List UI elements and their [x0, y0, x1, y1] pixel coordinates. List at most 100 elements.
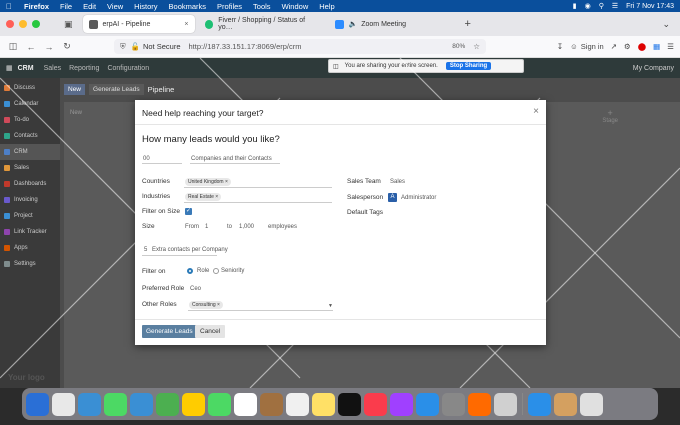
reload-icon[interactable]: ↻: [60, 41, 74, 52]
menu-profiles[interactable]: Profiles: [217, 2, 242, 11]
menu-history[interactable]: History: [134, 2, 157, 11]
lead-count-input[interactable]: 00: [143, 156, 150, 162]
extra-contacts-input[interactable]: 5: [144, 247, 147, 253]
shield-icon[interactable]: ⛨: [120, 42, 126, 52]
chevron-down-icon[interactable]: ⌄: [662, 19, 670, 30]
remove-tag-icon[interactable]: ×: [215, 194, 218, 200]
menu-tools[interactable]: Tools: [253, 2, 271, 11]
apple-icon[interactable]: : [6, 2, 16, 11]
wifi-icon[interactable]: ◉: [585, 2, 591, 10]
tab-zoom[interactable]: 🔈 Zoom Meeting: [329, 15, 455, 33]
menu-window[interactable]: Window: [282, 2, 309, 11]
dock-app-icon[interactable]: [208, 392, 231, 416]
filter-size-checkbox[interactable]: ✓: [185, 208, 192, 215]
sidebar-item-settings[interactable]: Settings: [0, 256, 60, 272]
radio-role[interactable]: [187, 268, 193, 274]
dock-app-icon[interactable]: [442, 392, 465, 416]
radio-seniority[interactable]: [213, 268, 219, 274]
radio-seniority-label[interactable]: Seniority: [221, 268, 244, 274]
menubar-clock[interactable]: Fri 7 Nov 17:43: [626, 3, 674, 10]
tab-fiverr[interactable]: Fiverr / Shopping / Status of yo…: [199, 15, 325, 33]
cancel-button[interactable]: Cancel: [195, 325, 226, 338]
sales-team-select[interactable]: Sales: [390, 179, 405, 185]
dock-app-icon[interactable]: [130, 392, 153, 416]
dock-app-icon[interactable]: [234, 392, 257, 416]
dock-app-icon[interactable]: [390, 392, 413, 416]
size-to-input[interactable]: 1,000: [239, 224, 254, 230]
bookmark-star-icon[interactable]: ☆: [473, 42, 480, 51]
sidebar-icon[interactable]: ◫: [6, 41, 20, 52]
dock-app-icon[interactable]: [286, 392, 309, 416]
address-bar[interactable]: ⛨ 🔓 Not Secure http://187.33.151.17:8069…: [114, 39, 486, 54]
nav-reporting[interactable]: Reporting: [69, 65, 99, 72]
dock-app-icon[interactable]: [416, 392, 439, 416]
add-stage-button[interactable]: + Stage: [602, 108, 618, 124]
download-icon[interactable]: ↧: [557, 42, 563, 51]
menu-icon[interactable]: ☰: [667, 42, 674, 51]
nav-sales[interactable]: Sales: [44, 65, 62, 72]
generate-leads-button[interactable]: Generate Leads: [89, 83, 144, 95]
zoom-window-icon[interactable]: [32, 20, 40, 28]
radio-role-label[interactable]: Role: [197, 268, 209, 274]
country-tag[interactable]: United Kingdom ×: [185, 178, 231, 186]
new-button[interactable]: New: [64, 83, 86, 95]
url-text[interactable]: http://187.33.151.17:8069/erp/crm: [189, 42, 302, 51]
adblock-icon[interactable]: ⬤: [638, 42, 646, 51]
dock-app-icon[interactable]: [104, 392, 127, 416]
forward-icon[interactable]: →: [42, 42, 56, 52]
menu-file[interactable]: File: [60, 2, 72, 11]
dock-app-icon[interactable]: [260, 392, 283, 416]
sidebar-item-discuss[interactable]: Discuss: [0, 80, 60, 96]
sidebar-item-to-do[interactable]: To-do: [0, 112, 60, 128]
battery-icon[interactable]: ▮: [573, 2, 577, 10]
tab-erpai-pipeline[interactable]: erpAI - Pipeline ×: [82, 15, 195, 33]
dock-app-icon[interactable]: [580, 392, 603, 416]
remove-tag-icon[interactable]: ×: [225, 179, 228, 185]
kanban-column-new[interactable]: New: [70, 110, 82, 116]
tab-overview-icon[interactable]: ▣: [64, 19, 73, 30]
dock-app-icon[interactable]: [494, 392, 517, 416]
sidebar-item-crm[interactable]: CRM: [0, 144, 60, 160]
menu-edit[interactable]: Edit: [83, 2, 96, 11]
sidebar-item-dashboards[interactable]: Dashboards: [0, 176, 60, 192]
salesperson-select[interactable]: Administrator: [401, 195, 436, 201]
industry-tag[interactable]: Real Estate ×: [185, 193, 222, 201]
other-role-tag[interactable]: Consulting ×: [189, 301, 223, 309]
size-from-input[interactable]: 1: [205, 224, 208, 230]
share-icon[interactable]: ↗: [611, 42, 617, 51]
sign-in-button[interactable]: ☺ Sign in: [570, 42, 604, 51]
close-tab-icon[interactable]: ×: [184, 21, 188, 28]
minimize-window-icon[interactable]: [19, 20, 27, 28]
calendar-extension-icon[interactable]: ▦: [653, 42, 660, 51]
dock-app-icon[interactable]: [528, 392, 551, 416]
dock-app-icon[interactable]: [182, 392, 205, 416]
sidebar-item-link-tracker[interactable]: Link Tracker: [0, 224, 60, 240]
remove-tag-icon[interactable]: ×: [217, 302, 220, 308]
stop-sharing-button[interactable]: Stop Sharing: [445, 62, 492, 70]
zoom-level[interactable]: 80%: [452, 43, 465, 50]
menu-bookmarks[interactable]: Bookmarks: [169, 2, 207, 11]
sidebar-item-sales[interactable]: Sales: [0, 160, 60, 176]
menu-view[interactable]: View: [107, 2, 123, 11]
sidebar-item-project[interactable]: Project: [0, 208, 60, 224]
app-brand[interactable]: CRM: [18, 65, 34, 72]
extensions-icon[interactable]: ⚙: [624, 42, 631, 51]
chevron-down-icon[interactable]: ▼: [328, 303, 333, 309]
dock-app-icon[interactable]: [52, 392, 75, 416]
dock-app-icon[interactable]: [78, 392, 101, 416]
menu-app[interactable]: Firefox: [24, 2, 49, 11]
close-window-icon[interactable]: [6, 20, 14, 28]
sidebar-item-contacts[interactable]: Contacts: [0, 128, 60, 144]
back-icon[interactable]: ←: [24, 42, 38, 52]
control-center-icon[interactable]: ☰: [612, 2, 618, 10]
new-tab-icon[interactable]: +: [465, 18, 471, 30]
search-icon[interactable]: ⚲: [599, 2, 604, 10]
company-switcher[interactable]: My Company: [633, 65, 674, 72]
dock-app-icon[interactable]: [554, 392, 577, 416]
menu-help[interactable]: Help: [319, 2, 334, 11]
dock-app-icon[interactable]: [468, 392, 491, 416]
lead-type-select[interactable]: Companies and their Contacts: [191, 156, 272, 162]
sidebar-item-apps[interactable]: Apps: [0, 240, 60, 256]
nav-configuration[interactable]: Configuration: [107, 65, 149, 72]
close-icon[interactable]: ×: [533, 106, 539, 117]
